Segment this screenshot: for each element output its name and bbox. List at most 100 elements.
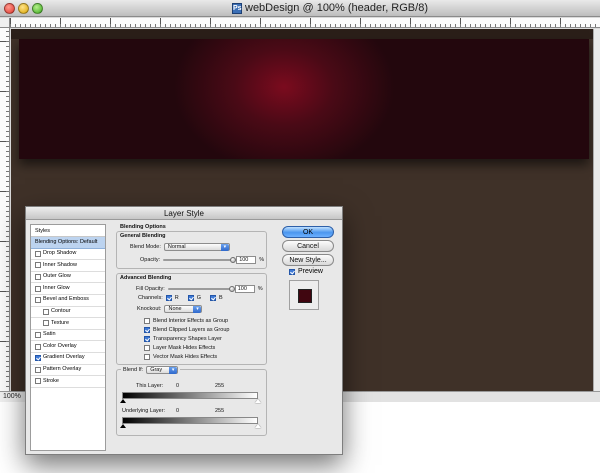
style-item-label: Stroke <box>43 377 59 384</box>
blend-if-group <box>116 369 267 436</box>
underlying-layer-white-slider[interactable] <box>255 424 261 428</box>
style-checkbox[interactable] <box>35 262 41 269</box>
advanced-option-checkbox[interactable] <box>144 354 150 360</box>
styles-header[interactable]: Styles <box>31 225 105 237</box>
style-item[interactable]: Texture <box>31 318 105 330</box>
style-item[interactable]: Drop Shadow <box>31 249 105 261</box>
blend-mode-select[interactable]: Normal ▾ <box>163 243 230 251</box>
style-checkbox[interactable] <box>35 274 41 281</box>
fill-opacity-slider[interactable] <box>167 286 235 292</box>
advanced-option-checkbox[interactable] <box>144 345 150 351</box>
style-checkbox[interactable] <box>35 250 41 257</box>
knockout-value: None <box>168 306 182 312</box>
style-checkbox[interactable] <box>35 297 41 304</box>
title-bar: Ps webDesign @ 100% (header, RGB/8) <box>0 0 600 17</box>
chevron-down-icon: ▾ <box>193 306 202 313</box>
style-item[interactable]: Bevel and Emboss <box>31 295 105 307</box>
style-item-label: Bevel and Emboss <box>43 296 89 303</box>
opacity-slider[interactable] <box>163 257 237 263</box>
blend-if-label: Blend If: <box>123 367 144 373</box>
style-item[interactable]: Outer Glow <box>31 272 105 284</box>
advanced-option-checkbox[interactable] <box>144 327 150 333</box>
channel-g-checkbox[interactable] <box>187 295 194 301</box>
this-layer-low: 0 <box>176 383 180 389</box>
horizontal-ruler[interactable] <box>10 18 600 28</box>
knockout-select[interactable]: None ▾ <box>164 305 203 313</box>
channel-r-checkbox[interactable] <box>165 295 172 301</box>
fill-opacity-label: Fill Opacity: <box>136 286 165 292</box>
style-checkbox[interactable] <box>35 355 41 362</box>
style-item[interactable]: Color Overlay <box>31 341 105 353</box>
dialog-title: Layer Style <box>26 207 342 220</box>
advanced-option-label: Blend Interior Effects as Group <box>153 318 229 324</box>
blend-if-value: Gray <box>150 367 163 373</box>
vertical-ruler[interactable] <box>0 28 10 392</box>
this-layer-black-slider[interactable] <box>120 399 126 403</box>
cancel-button[interactable]: Cancel <box>282 240 334 252</box>
advanced-blending-title: Advanced Blending <box>120 275 172 281</box>
ruler-corner[interactable] <box>0 18 10 28</box>
opacity-percent: % <box>259 257 265 263</box>
style-checkbox[interactable] <box>35 332 41 339</box>
channel-b-checkbox[interactable] <box>210 295 217 301</box>
close-window-button[interactable] <box>4 3 15 14</box>
header-layer <box>19 39 589 159</box>
style-item[interactable]: Contour <box>31 307 105 319</box>
minimize-window-button[interactable] <box>18 3 29 14</box>
chevron-down-icon: ▾ <box>169 367 178 374</box>
fill-opacity-percent: % <box>257 286 263 292</box>
knockout-label: Knockout: <box>137 306 162 312</box>
advanced-option: Blend Interior Effects as Group <box>144 318 228 324</box>
style-item-label: Gradient Overlay <box>43 354 85 361</box>
opacity-input[interactable]: 100 <box>236 256 257 264</box>
style-item[interactable]: Satin <box>31 330 105 342</box>
style-checkbox[interactable] <box>43 320 49 327</box>
new-style-button[interactable]: New Style... <box>282 254 334 266</box>
underlying-layer-low: 0 <box>176 408 180 414</box>
top-band <box>11 29 600 39</box>
this-layer-label: This Layer: <box>136 383 164 389</box>
zoom-window-button[interactable] <box>32 3 43 14</box>
style-item[interactable]: Gradient Overlay <box>31 353 105 365</box>
style-item[interactable]: Inner Shadow <box>31 260 105 272</box>
fill-opacity-slider-thumb[interactable] <box>228 286 235 292</box>
style-item-label: Inner Shadow <box>43 261 77 268</box>
opacity-label: Opacity: <box>140 257 161 263</box>
fill-opacity-input[interactable]: 100 <box>234 285 255 293</box>
style-item-label: Texture <box>51 319 70 326</box>
fill-opacity-row: Fill Opacity: 100 % <box>136 285 263 293</box>
blend-mode-label: Blend Mode: <box>130 244 161 250</box>
advanced-option-checkbox[interactable] <box>144 318 150 324</box>
advanced-option: Layer Mask Hides Effects <box>144 345 215 351</box>
style-item[interactable]: Blending Options: Default <box>31 237 105 249</box>
blend-if-row: Blend If: Gray ▾ <box>121 366 181 374</box>
style-item[interactable]: Stroke <box>31 376 105 388</box>
style-checkbox[interactable] <box>35 366 41 373</box>
underlying-layer-black-slider[interactable] <box>120 424 126 428</box>
blend-if-select[interactable]: Gray ▾ <box>146 366 179 374</box>
style-item-label: Contour <box>51 308 71 315</box>
preview-swatch <box>298 289 312 303</box>
style-item[interactable]: Inner Glow <box>31 283 105 295</box>
advanced-option-label: Layer Mask Hides Effects <box>153 345 216 351</box>
underlying-layer-label: Underlying Layer: <box>122 408 166 414</box>
ok-button[interactable]: OK <box>282 226 334 238</box>
window-title: webDesign @ 100% (header, RGB/8) <box>245 2 428 14</box>
vertical-scrollbar[interactable] <box>593 29 600 391</box>
advanced-option: Vector Mask Hides Effects <box>144 354 217 360</box>
style-checkbox[interactable] <box>35 378 41 385</box>
style-item-label: Drop Shadow <box>43 250 77 257</box>
channels-label: Channels: <box>138 295 163 301</box>
style-checkbox[interactable] <box>35 285 41 292</box>
advanced-option-checkbox[interactable] <box>144 336 150 342</box>
preview-row: Preview <box>289 268 323 275</box>
style-item[interactable]: Pattern Overlay <box>31 365 105 377</box>
style-checkbox[interactable] <box>35 343 41 350</box>
style-item-label: Outer Glow <box>43 273 71 280</box>
style-checkbox[interactable] <box>43 308 49 315</box>
this-layer-white-slider[interactable] <box>255 399 261 403</box>
style-item-label: Satin <box>43 331 56 338</box>
styles-list: Styles Blending Options: Default Drop Sha… <box>30 224 106 451</box>
preview-checkbox[interactable] <box>289 268 295 275</box>
opacity-slider-thumb[interactable] <box>230 257 237 263</box>
